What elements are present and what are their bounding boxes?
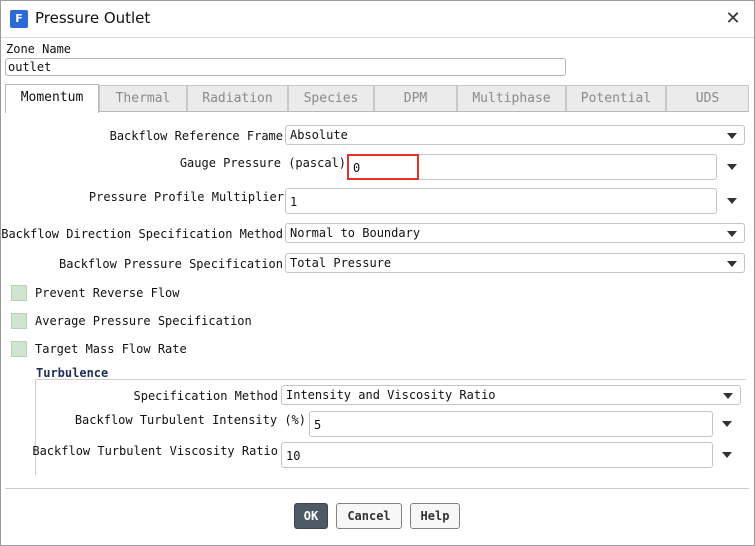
window-title: Pressure Outlet [35,9,151,27]
highlight-annotation [347,154,419,180]
backflow-pressure-spec-value: Total Pressure [290,256,392,270]
chevron-down-icon [727,133,737,139]
zone-name-label: Zone Name [6,42,72,56]
bottom-separator [5,488,749,489]
cancel-button[interactable]: Cancel [336,503,402,529]
tab-divider [5,111,749,112]
backflow-turbulent-intensity-label: Backflow Turbulent Intensity (%) [74,413,306,427]
tab-thermal[interactable]: Thermal [99,85,187,111]
backflow-direction-method-select[interactable]: Normal to Boundary [285,223,745,243]
pressure-profile-multiplier-field[interactable]: 1 [285,188,717,214]
zone-name-field[interactable]: outlet [5,58,566,76]
target-mass-flow-rate-label: Target Mass Flow Rate [35,342,187,356]
backflow-pressure-spec-select[interactable]: Total Pressure [285,253,745,273]
backflow-reference-frame-value: Absolute [290,128,348,142]
specification-method-value: Intensity and Viscosity Ratio [286,388,496,402]
tab-bar: Momentum Thermal Radiation Species DPM M… [5,84,749,113]
backflow-turbulent-viscosity-ratio-field[interactable]: 10 [281,442,713,468]
average-pressure-spec-checkbox[interactable] [11,313,27,329]
turbulence-group-title: Turbulence [36,366,109,380]
title-separator [1,37,754,38]
tab-species[interactable]: Species [288,85,374,111]
tab-dpm[interactable]: DPM [374,85,457,111]
tab-uds[interactable]: UDS [666,85,749,111]
gauge-pressure-dropdown-icon[interactable] [727,164,737,170]
prevent-reverse-flow-label: Prevent Reverse Flow [35,286,180,300]
pressure-profile-multiplier-label: Pressure Profile Multiplier [88,190,284,204]
tab-radiation[interactable]: Radiation [187,85,288,111]
backflow-turbulent-viscosity-ratio-label: Backflow Turbulent Viscosity Ratio [32,444,278,458]
specification-method-select[interactable]: Intensity and Viscosity Ratio [281,385,741,405]
target-mass-flow-rate-checkbox[interactable] [11,341,27,357]
backflow-direction-method-label: Backflow Direction Specification Method [1,227,283,241]
chevron-down-icon [723,393,733,399]
gauge-pressure-label: Gauge Pressure (pascal) [179,156,346,170]
specification-method-label: Specification Method [133,389,279,403]
chevron-down-icon [727,261,737,267]
viscosity-ratio-dropdown-icon[interactable] [722,452,732,458]
tab-momentum[interactable]: Momentum [5,84,99,113]
ok-button[interactable]: OK [294,503,328,529]
chevron-down-icon [727,231,737,237]
average-pressure-spec-label: Average Pressure Specification [35,314,252,328]
pressure-profile-dropdown-icon[interactable] [727,198,737,204]
tab-multiphase[interactable]: Multiphase [457,85,566,111]
backflow-direction-method-value: Normal to Boundary [290,226,421,240]
backflow-turbulent-intensity-field[interactable]: 5 [309,411,713,437]
backflow-reference-frame-select[interactable]: Absolute [285,125,745,145]
backflow-pressure-spec-label: Backflow Pressure Specification [59,257,283,271]
fluent-app-icon: F [10,10,28,28]
prevent-reverse-flow-checkbox[interactable] [11,285,27,301]
backflow-reference-frame-label: Backflow Reference Frame [109,129,283,143]
close-icon[interactable]: ✕ [722,8,744,30]
turbulent-intensity-dropdown-icon[interactable] [722,421,732,427]
tab-potential[interactable]: Potential [566,85,666,111]
help-button[interactable]: Help [410,503,460,529]
